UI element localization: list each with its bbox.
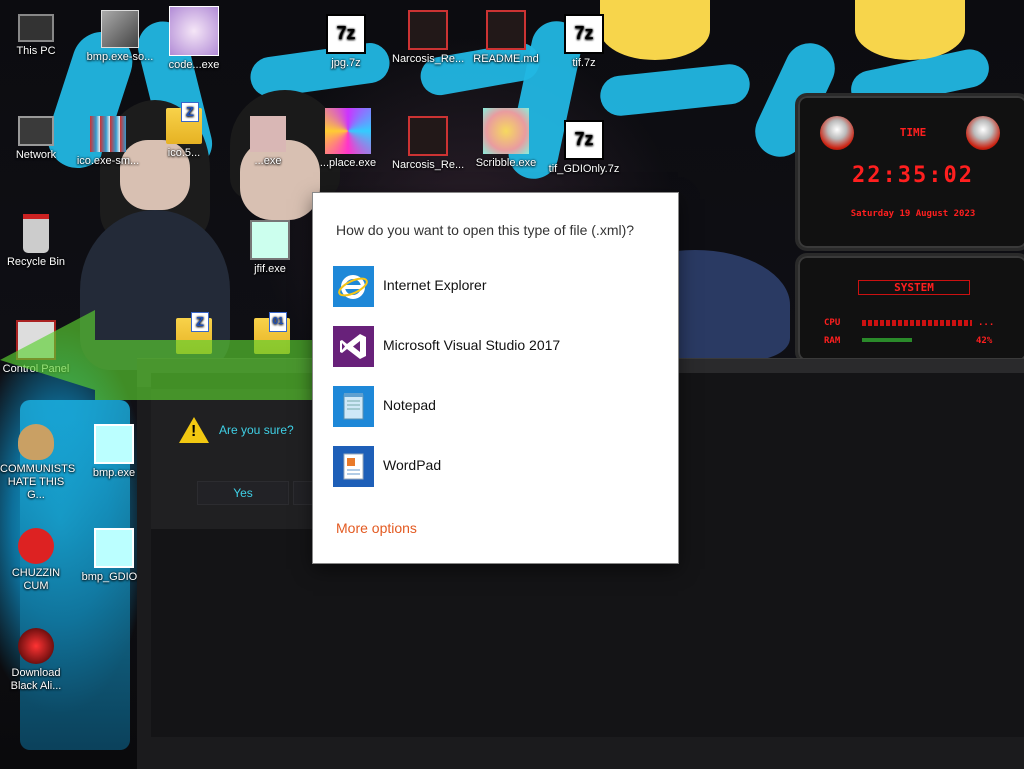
desktop-icon-label: tif_GDIOnly.7z: [548, 163, 620, 175]
app-name: Notepad: [383, 397, 436, 413]
desktop-icon-label: tif.7z: [572, 57, 596, 69]
recycle-bin-icon: [23, 214, 49, 253]
clock-date: Saturday 19 August 2023: [850, 209, 976, 219]
desktop-icon-label: bmp.exe-so...: [86, 51, 154, 63]
desktop-icon-label: Download Black Ali...: [10, 667, 62, 692]
desktop-icon-readme[interactable]: README.md: [470, 10, 542, 66]
7zip-archive-icon: 7z: [564, 14, 604, 54]
wordpad-icon: [333, 446, 374, 487]
desktop-icon-label: Network: [15, 149, 57, 161]
7zip-archive-icon: 7z: [564, 120, 604, 160]
markdown-file-icon: [486, 10, 526, 50]
desktop-icon-tif-gdionly[interactable]: 7z tif_GDIOnly.7z: [548, 120, 620, 176]
computer-icon: [18, 14, 54, 42]
desktop-icon-code-exe[interactable]: code...exe: [158, 6, 230, 72]
desktop-icon-label: README.md: [473, 53, 539, 65]
internet-explorer-icon: [333, 266, 374, 307]
desktop-icon-bmp-exe-so[interactable]: bmp.exe-so...: [84, 10, 156, 64]
cpu-value: ...: [978, 318, 995, 328]
glitched-exe-icon: [250, 116, 286, 152]
glitched-exe-icon: [90, 116, 126, 152]
desktop-icon-label: Recycle Bin: [6, 256, 66, 268]
scribble-exe-icon: [483, 108, 529, 154]
desktop-icon-exe-3[interactable]: ...exe: [232, 116, 304, 168]
cpu-label: CPU: [824, 318, 841, 328]
desktop-icon-ico-exe[interactable]: ico.exe-sm...: [72, 116, 144, 168]
warning-icon: !: [179, 417, 209, 443]
open-with-question: How do you want to open this type of fil…: [336, 222, 635, 238]
app-option-internet-explorer[interactable]: Internet Explorer: [333, 266, 663, 308]
time-title: TIME: [899, 126, 927, 139]
desktop-icon-label: Scribble.exe: [475, 157, 537, 169]
desktop-icon-narcosis-1[interactable]: Narcosis_Re...: [392, 10, 464, 66]
window-exe-icon: [250, 220, 290, 260]
desktop-icon-jpg-7z[interactable]: 7z jpg.7z: [310, 14, 382, 70]
desktop-icon-label: jpg.7z: [331, 57, 361, 69]
alien-logo-icon: [966, 116, 1000, 150]
desktop-icon-label: COMMUNISTS HATE THIS G...: [0, 463, 76, 501]
7zip-archive-icon: 7z: [326, 14, 366, 54]
desktop-icon-label: CHUZZIN CUM: [11, 567, 61, 592]
desktop-icon-narcosis-2[interactable]: Narcosis_Re...: [392, 116, 464, 172]
desktop-icon-network[interactable]: Network: [0, 116, 72, 162]
desktop-icon-label: ico.exe-sm...: [76, 155, 140, 167]
zip-badge-icon: Z: [181, 102, 199, 122]
image-file-icon: [94, 528, 134, 568]
app-option-wordpad[interactable]: WordPad: [333, 446, 663, 488]
app-name: WordPad: [383, 457, 442, 473]
zip-folder-icon: Z: [166, 102, 202, 144]
desktop-icon-download-black[interactable]: Download Black Ali...: [0, 628, 72, 693]
notepad-icon: [333, 386, 374, 427]
desktop-icon-label: Narcosis_Re...: [392, 159, 465, 171]
yes-button[interactable]: Yes: [197, 481, 289, 505]
money-bag-icon: [18, 424, 54, 460]
open-with-dialog: How do you want to open this type of fil…: [313, 193, 678, 563]
app-option-notepad[interactable]: Notepad: [333, 386, 663, 428]
clock-widget: TIME 22:35:02 Saturday 19 August 2023 SY…: [795, 93, 1024, 364]
red-creature-icon: [18, 528, 54, 564]
desktop-icon-jfif-exe[interactable]: jfif.exe: [234, 220, 306, 276]
desktop-icon-label: This PC: [16, 45, 56, 57]
narcosis-exe-icon: [408, 10, 448, 50]
system-title: SYSTEM: [858, 280, 970, 295]
desktop-icon-communists[interactable]: COMMUNISTS HATE THIS G...: [0, 424, 76, 502]
colorful-exe-icon: [325, 108, 371, 154]
visual-studio-icon: [333, 326, 374, 367]
confirm-message: Are you sure?: [219, 423, 294, 437]
app-option-visual-studio[interactable]: Microsoft Visual Studio 2017: [333, 326, 663, 368]
cpu-bar: [862, 320, 972, 326]
desktop-icon-label: Narcosis_Re...: [392, 53, 465, 65]
desktop-icon-label: ...exe: [254, 155, 282, 167]
desktop-icon-tif-7z[interactable]: 7z tif.7z: [548, 14, 620, 70]
app-name: Internet Explorer: [383, 277, 487, 293]
clock-time: 22:35:02: [852, 163, 974, 188]
system-panel: SYSTEM CPU ... RAM 42%: [795, 253, 1024, 364]
ram-label: RAM: [824, 336, 841, 346]
alien-logo-icon: [820, 116, 854, 150]
more-options-link[interactable]: More options: [336, 520, 417, 536]
desktop-icon-label: jfif.exe: [254, 263, 286, 275]
network-icon: [18, 116, 54, 146]
desktop-icon-label: code...exe: [168, 59, 220, 71]
ram-value: 42%: [976, 336, 993, 346]
anime-exe-icon: [169, 6, 219, 56]
image-file-icon: [94, 424, 134, 464]
time-panel: TIME 22:35:02 Saturday 19 August 2023: [795, 93, 1024, 251]
desktop-icon-label: ico.5...: [167, 147, 201, 159]
desktop-icon-recycle-bin[interactable]: Recycle Bin: [0, 214, 72, 269]
desktop-icon-place-exe[interactable]: ...place.exe: [312, 108, 384, 170]
desktop-icon-ico-5[interactable]: Z ico.5...: [148, 102, 220, 160]
desktop-icon-label: ...place.exe: [319, 157, 377, 169]
ram-bar: [862, 338, 912, 342]
desktop-icon-this-pc[interactable]: This PC: [0, 10, 72, 58]
app-name: Microsoft Visual Studio 2017: [383, 337, 561, 353]
alienware-icon: [18, 628, 54, 664]
image-file-icon: [101, 10, 139, 48]
desktop-icon-chuzzin[interactable]: CHUZZIN CUM: [0, 528, 72, 593]
desktop-icon-scribble[interactable]: Scribble.exe: [470, 108, 542, 170]
narcosis-exe-icon: [408, 116, 448, 156]
